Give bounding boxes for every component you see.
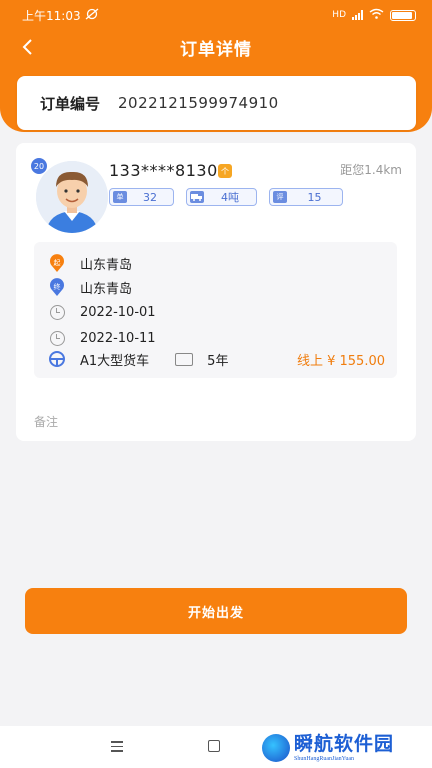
- driver-tags: 单 32 4吨 评 15: [109, 188, 343, 206]
- home-icon[interactable]: [208, 740, 220, 752]
- distance-label: 距您1.4km: [340, 163, 402, 177]
- order-number-value: 2022121599974910: [118, 94, 279, 112]
- alarm-off-icon: [85, 8, 99, 23]
- truck-icon: [190, 191, 204, 203]
- rating-count-tag: 评 15: [269, 188, 343, 206]
- menu-icon[interactable]: [111, 741, 123, 752]
- start-date-row: 2022-10-01: [48, 302, 156, 322]
- route-info-panel: 起 山东青岛 终 山东青岛 2022-10-01 2022-10-11 A1大型…: [34, 242, 397, 378]
- truck-capacity-tag: 4吨: [186, 188, 257, 206]
- end-location: 山东青岛: [80, 281, 133, 297]
- verified-badge-icon: 个: [218, 164, 232, 178]
- vehicle-row: A1大型货车 5年: [48, 349, 228, 369]
- start-location: 山东青岛: [80, 257, 133, 273]
- navbar: 订单详情: [0, 30, 432, 64]
- start-pin-icon: 起: [48, 253, 66, 272]
- order-price: 线上 ¥ 155.00: [296, 354, 385, 369]
- start-location-row: 起 山东青岛: [48, 253, 132, 273]
- remark-label: 备注: [34, 415, 59, 429]
- clock-icon: [49, 304, 65, 320]
- age-badge: 20: [30, 157, 48, 175]
- watermark-title: 瞬航软件园: [294, 732, 395, 755]
- status-time: 上午11:03: [22, 8, 81, 23]
- wifi-icon: [369, 8, 384, 22]
- start-trip-button[interactable]: 开始出发: [25, 588, 407, 634]
- svg-text:起: 起: [54, 259, 61, 267]
- driver-phone[interactable]: 133****8130: [109, 161, 218, 180]
- driving-experience: 5年: [207, 353, 229, 369]
- clock-icon: [49, 330, 65, 346]
- steering-wheel-icon: [49, 351, 65, 367]
- page-title: 订单详情: [180, 39, 252, 60]
- end-date: 2022-10-11: [80, 330, 156, 346]
- order-icon: 单: [113, 191, 127, 203]
- back-button[interactable]: [14, 34, 40, 60]
- order-detail-card: 20 133****8130 个 距您1.4km 单 32 4吨 评 15 起 …: [16, 143, 416, 441]
- end-location-row: 终 山东青岛: [48, 277, 132, 297]
- driver-avatar-wrap: 20: [30, 157, 110, 237]
- watermark-logo-icon: [262, 734, 290, 762]
- license-type: A1大型货车: [80, 353, 150, 369]
- signal-label: HD: [332, 10, 346, 20]
- review-icon: 评: [273, 191, 287, 203]
- chevron-left-icon: [22, 39, 32, 55]
- end-date-row: 2022-10-11: [48, 328, 156, 348]
- avatar[interactable]: [36, 161, 108, 233]
- status-bar: 上午11:03 HD: [0, 0, 432, 30]
- order-number-label: 订单编号: [40, 94, 101, 113]
- truck-capacity: 4吨: [221, 191, 239, 204]
- end-pin-icon: 终: [48, 277, 66, 296]
- watermark: 瞬航软件园 ShunHangRuanJianYuan: [262, 728, 432, 768]
- svg-text:终: 终: [54, 282, 61, 291]
- order-number-card: 订单编号 2022121599974910: [17, 76, 416, 130]
- orders-count-tag: 单 32: [109, 188, 174, 206]
- watermark-subtitle: ShunHangRuanJianYuan: [294, 755, 354, 762]
- rating-count: 15: [307, 190, 322, 204]
- license-card-icon: [175, 352, 194, 366]
- orders-count: 32: [143, 190, 157, 204]
- battery-icon: [390, 9, 416, 21]
- signal-icon: [352, 10, 363, 20]
- start-date: 2022-10-01: [80, 304, 156, 320]
